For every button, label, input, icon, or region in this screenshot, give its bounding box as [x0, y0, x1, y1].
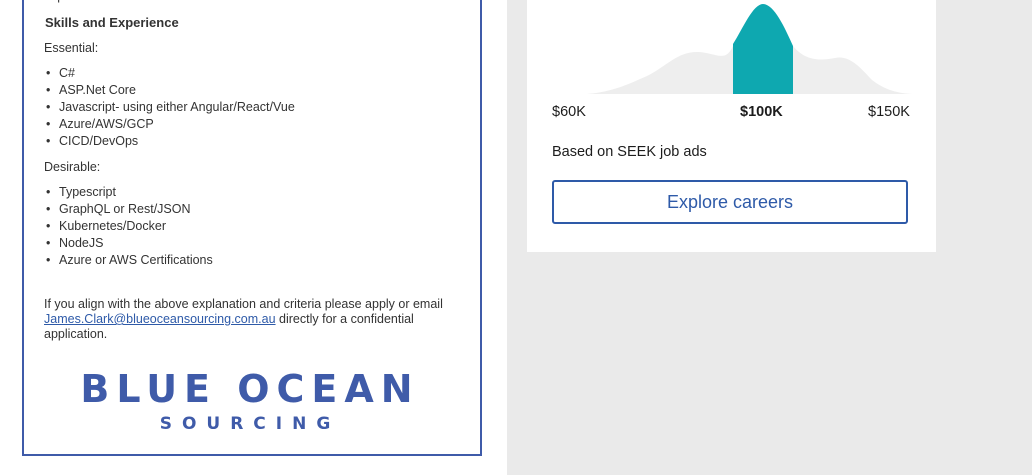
- email-link[interactable]: James.Clark@blueoceansourcing.com.au: [44, 312, 276, 326]
- closing-paragraph: If you align with the above explanation …: [44, 297, 474, 342]
- list-item: GraphQL or Rest/JSON: [44, 201, 213, 218]
- list-item: Typescript: [44, 184, 213, 201]
- sidebar-column: $60K $100K $150K Based on SEEK job ads E…: [507, 0, 1032, 475]
- list-item: CICD/DevOps: [44, 133, 295, 150]
- list-item: Azure or AWS Certifications: [44, 252, 213, 269]
- desirable-label: Desirable:: [44, 160, 101, 174]
- salary-distribution-chart: [587, 4, 912, 94]
- logo-wordmark: BLUE OCEAN: [80, 367, 420, 411]
- salary-source-note: Based on SEEK job ads: [552, 144, 707, 160]
- logo-subtitle: SOURCING: [159, 414, 341, 434]
- list-item: NodeJS: [44, 235, 213, 252]
- essential-label: Essential:: [44, 41, 99, 55]
- salary-card: $60K $100K $150K Based on SEEK job ads E…: [527, 0, 936, 252]
- essential-list: C# ASP.Net Core Javascript- using either…: [44, 65, 295, 150]
- desirable-list: Typescript GraphQL or Rest/JSON Kubernet…: [44, 184, 213, 269]
- salary-label-low: $60K: [552, 104, 586, 120]
- cut-off-text: experience: [44, 0, 105, 5]
- company-logo: BLUE OCEAN SOURCING: [60, 368, 440, 438]
- salary-label-mid: $100K: [740, 104, 783, 120]
- list-item: C#: [44, 65, 295, 82]
- list-item: Javascript- using either Angular/React/V…: [44, 99, 295, 116]
- list-item: Kubernetes/Docker: [44, 218, 213, 235]
- explore-careers-button[interactable]: Explore careers: [552, 180, 908, 224]
- skills-heading: Skills and Experience: [45, 15, 179, 30]
- salary-highlight: [733, 4, 793, 94]
- list-item: Azure/AWS/GCP: [44, 116, 295, 133]
- closing-text: If you align with the above explanation …: [44, 297, 443, 311]
- job-description-column: experience Skills and Experience Essenti…: [0, 0, 507, 475]
- salary-label-high: $150K: [868, 104, 910, 120]
- list-item: ASP.Net Core: [44, 82, 295, 99]
